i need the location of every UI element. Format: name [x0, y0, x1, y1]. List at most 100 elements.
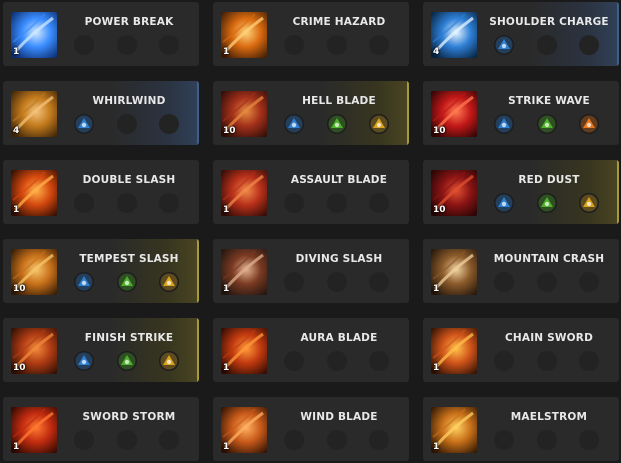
rune-slot[interactable] — [327, 351, 347, 371]
green-rune-icon[interactable] — [535, 112, 559, 136]
strike-wave-icon[interactable]: 10 — [431, 91, 477, 137]
skill-card[interactable]: 10 HELL BLADE — [213, 81, 409, 145]
rune-slot[interactable] — [284, 193, 304, 213]
rune-slot[interactable] — [537, 272, 557, 292]
crime-hazard-icon[interactable]: 1 — [221, 12, 267, 58]
double-slash-icon[interactable]: 1 — [11, 170, 57, 216]
rune-slot[interactable] — [369, 430, 389, 450]
blue-rune-icon[interactable] — [492, 191, 516, 215]
rune-slot[interactable] — [327, 430, 347, 450]
gold-rune-icon[interactable] — [367, 112, 391, 136]
power-break-icon[interactable]: 1 — [11, 12, 57, 58]
shoulder-charge-icon[interactable]: 4 — [431, 12, 477, 58]
skill-level: 1 — [223, 442, 230, 452]
skill-card[interactable]: 1 AURA BLADE — [213, 318, 409, 382]
rune-slot[interactable] — [74, 430, 94, 450]
orange-rune-icon[interactable] — [577, 112, 601, 136]
green-rune-icon[interactable] — [115, 349, 139, 373]
maelstrom-icon[interactable]: 1 — [431, 407, 477, 453]
rune-slot[interactable] — [117, 114, 137, 134]
skill-card[interactable]: 1 DOUBLE SLASH — [3, 160, 199, 224]
rune-slot[interactable] — [327, 272, 347, 292]
skill-level: 1 — [223, 205, 230, 215]
gold-rune-icon[interactable] — [157, 270, 181, 294]
skill-name: MAELSTROM — [510, 411, 588, 423]
skill-card[interactable]: 1 POWER BREAK — [3, 2, 199, 66]
skill-name: MOUNTAIN CRASH — [493, 253, 605, 265]
rune-slot[interactable] — [579, 272, 599, 292]
rune-slot[interactable] — [117, 35, 137, 55]
rune-slot[interactable] — [159, 430, 179, 450]
rune-slot[interactable] — [327, 35, 347, 55]
red-dust-icon[interactable]: 10 — [431, 170, 477, 216]
skill-card[interactable]: 1 CRIME HAZARD — [213, 2, 409, 66]
rune-slot[interactable] — [327, 193, 347, 213]
diving-slash-icon[interactable]: 1 — [221, 249, 267, 295]
blue-rune-icon[interactable] — [72, 270, 96, 294]
assault-blade-icon[interactable]: 1 — [221, 170, 267, 216]
skill-card[interactable]: 1 MAELSTROM — [423, 397, 619, 461]
chain-sword-icon[interactable]: 1 — [431, 328, 477, 374]
blue-rune-icon[interactable] — [72, 349, 96, 373]
green-rune-icon[interactable] — [325, 112, 349, 136]
skill-card[interactable]: 1 DIVING SLASH — [213, 239, 409, 303]
rune-slot[interactable] — [159, 114, 179, 134]
rune-slot[interactable] — [117, 430, 137, 450]
skill-card[interactable]: 1 CHAIN SWORD — [423, 318, 619, 382]
skill-name: WIND BLADE — [300, 411, 378, 423]
blue-rune-icon[interactable] — [72, 112, 96, 136]
skill-card[interactable]: 4 SHOULDER CHARGE — [423, 2, 619, 66]
skill-name: AURA BLADE — [300, 332, 378, 344]
skill-card[interactable]: 1 WIND BLADE — [213, 397, 409, 461]
gold-rune-icon[interactable] — [577, 191, 601, 215]
rune-slot[interactable] — [579, 430, 599, 450]
gold-rune-icon[interactable] — [157, 349, 181, 373]
wind-blade-icon[interactable]: 1 — [221, 407, 267, 453]
rune-slot[interactable] — [284, 430, 304, 450]
blue-rune-icon[interactable] — [492, 112, 516, 136]
green-rune-icon[interactable] — [115, 270, 139, 294]
skill-level: 1 — [433, 363, 440, 373]
rune-slot[interactable] — [369, 193, 389, 213]
rune-slot[interactable] — [117, 193, 137, 213]
rune-slot[interactable] — [159, 35, 179, 55]
hell-blade-icon[interactable]: 10 — [221, 91, 267, 137]
blue-rune-icon[interactable] — [492, 33, 516, 57]
aura-blade-icon[interactable]: 1 — [221, 328, 267, 374]
skill-name: HELL BLADE — [302, 95, 376, 107]
rune-slot[interactable] — [494, 272, 514, 292]
mountain-crash-icon[interactable]: 1 — [431, 249, 477, 295]
rune-slot[interactable] — [284, 272, 304, 292]
skill-card[interactable]: 10 FINISH STRIKE — [3, 318, 199, 382]
rune-slot[interactable] — [369, 272, 389, 292]
tempest-slash-icon[interactable]: 10 — [11, 249, 57, 295]
rune-slot[interactable] — [74, 193, 94, 213]
skill-card[interactable]: 1 MOUNTAIN CRASH — [423, 239, 619, 303]
skill-level: 10 — [13, 363, 26, 373]
sword-storm-icon[interactable]: 1 — [11, 407, 57, 453]
rune-slot[interactable] — [369, 35, 389, 55]
skill-card[interactable]: 10 RED DUST — [423, 160, 619, 224]
rune-slot[interactable] — [579, 35, 599, 55]
rune-slot[interactable] — [494, 351, 514, 371]
skill-card[interactable]: 1 SWORD STORM — [3, 397, 199, 461]
rune-slot[interactable] — [74, 35, 94, 55]
rune-slot[interactable] — [369, 351, 389, 371]
rune-slot[interactable] — [159, 193, 179, 213]
rune-slot[interactable] — [537, 351, 557, 371]
rune-slot[interactable] — [537, 35, 557, 55]
rune-slot[interactable] — [579, 351, 599, 371]
rune-slot[interactable] — [494, 430, 514, 450]
blue-rune-icon[interactable] — [282, 112, 306, 136]
skill-card[interactable]: 4 WHIRLWIND — [3, 81, 199, 145]
rune-slot[interactable] — [537, 430, 557, 450]
rune-slot[interactable] — [284, 35, 304, 55]
skill-name: SWORD STORM — [82, 411, 176, 423]
skill-card[interactable]: 10 TEMPEST SLASH — [3, 239, 199, 303]
rune-slot[interactable] — [284, 351, 304, 371]
skill-card[interactable]: 1 ASSAULT BLADE — [213, 160, 409, 224]
green-rune-icon[interactable] — [535, 191, 559, 215]
whirlwind-icon[interactable]: 4 — [11, 91, 57, 137]
skill-card[interactable]: 10 STRIKE WAVE — [423, 81, 619, 145]
finish-strike-icon[interactable]: 10 — [11, 328, 57, 374]
